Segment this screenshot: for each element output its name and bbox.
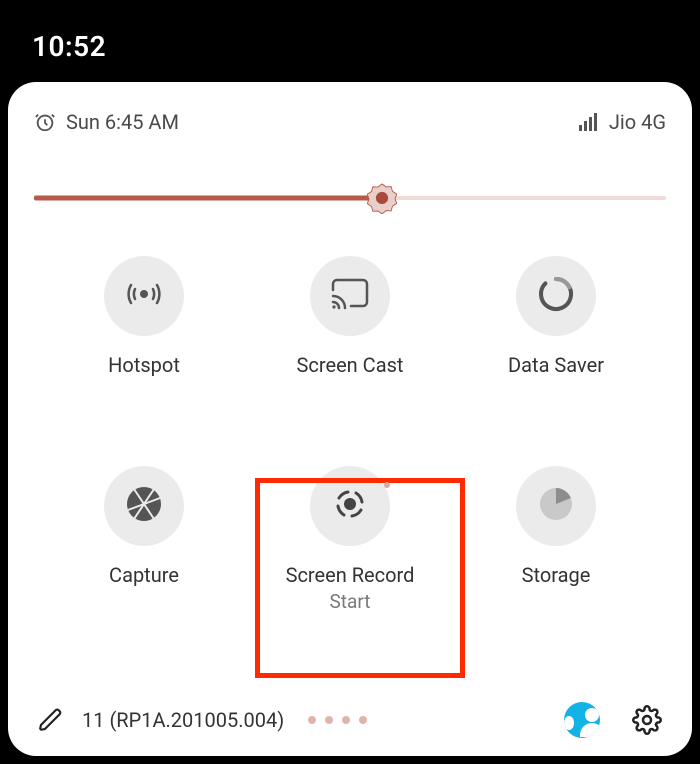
slider-thumb[interactable] <box>367 183 397 213</box>
tile-button[interactable] <box>310 256 390 336</box>
tile-label: Storage <box>522 564 591 586</box>
user-avatar-button[interactable] <box>564 702 600 738</box>
tile-storage[interactable]: Storage <box>458 466 654 613</box>
settings-button[interactable] <box>632 705 662 735</box>
quick-settings-panel: Sun 6:45 AM Jio 4G <box>8 82 692 756</box>
tile-screencast[interactable]: Screen Cast <box>252 256 448 376</box>
tile-button[interactable] <box>104 256 184 336</box>
tile-button[interactable] <box>104 466 184 546</box>
page-dot <box>342 716 350 724</box>
tile-label: Data Saver <box>508 354 604 376</box>
hotspot-icon <box>124 274 164 318</box>
tile-datasaver[interactable]: Data Saver <box>458 256 654 376</box>
page-indicator[interactable] <box>308 716 367 724</box>
page-dot <box>359 716 367 724</box>
tile-label: Screen Cast <box>297 354 404 376</box>
tile-button[interactable] <box>516 256 596 336</box>
brightness-slider[interactable] <box>34 188 666 208</box>
page-dot <box>325 716 333 724</box>
panel-footer: 11 (RP1A.201005.004) <box>34 696 666 738</box>
slider-fill <box>34 196 382 201</box>
cast-icon <box>329 276 371 316</box>
aperture-icon <box>124 484 164 528</box>
tile-notification-dot <box>384 482 390 488</box>
alarm-clock-icon <box>34 111 56 133</box>
build-version-text: 11 (RP1A.201005.004) <box>82 708 284 732</box>
edit-tiles-button[interactable] <box>38 707 64 733</box>
tile-label: Hotspot <box>108 354 180 376</box>
device-clock: 10:52 <box>32 30 106 63</box>
page-dot <box>308 716 316 724</box>
tile-label: Capture <box>109 564 179 586</box>
tile-hotspot[interactable]: Hotspot <box>46 256 242 376</box>
signal-bars-icon <box>579 113 599 131</box>
tile-capture[interactable]: Capture <box>46 466 242 613</box>
data-saver-icon <box>536 274 576 318</box>
network-label: Jio 4G <box>609 110 666 134</box>
tutorial-highlight-box <box>255 478 465 678</box>
alarm-time-text: Sun 6:45 AM <box>66 110 179 134</box>
storage-pie-icon <box>536 484 576 528</box>
tile-button[interactable] <box>516 466 596 546</box>
network-status: Jio 4G <box>579 110 666 134</box>
panel-status-row: Sun 6:45 AM Jio 4G <box>34 110 666 134</box>
alarm-status: Sun 6:45 AM <box>34 110 179 134</box>
